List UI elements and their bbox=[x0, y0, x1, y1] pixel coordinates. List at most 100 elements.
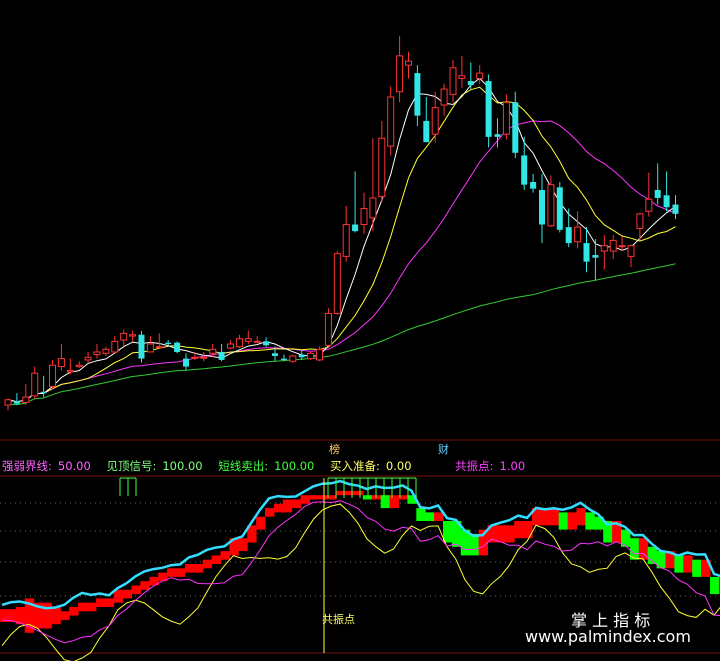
indicator-bar bbox=[416, 508, 426, 521]
indicator-bar bbox=[674, 555, 684, 573]
candle-body-down bbox=[512, 102, 519, 153]
candle-body-up bbox=[547, 184, 555, 227]
legend-label: 短线卖出: bbox=[218, 459, 269, 473]
candle-body-down bbox=[218, 351, 225, 360]
indicator-bar bbox=[434, 512, 444, 521]
candle-body-up bbox=[449, 67, 457, 95]
candle-body-up bbox=[49, 364, 56, 387]
candle-body-down bbox=[174, 342, 181, 352]
candle-body-up bbox=[289, 355, 297, 362]
candle-body-down bbox=[485, 81, 492, 137]
candle-body-up bbox=[111, 340, 119, 353]
indicator-bar bbox=[300, 495, 310, 504]
indicator-bar bbox=[692, 559, 702, 577]
indicator-bar bbox=[140, 581, 150, 590]
candle-body-down bbox=[138, 334, 145, 359]
candle-body-up bbox=[200, 356, 208, 359]
indicator-bar bbox=[327, 495, 337, 500]
candle-body-down bbox=[423, 120, 430, 143]
candle-body-up bbox=[191, 356, 199, 359]
candle-body-down bbox=[298, 354, 305, 358]
legend-item-short-sell: 短线卖出: 100.00 bbox=[218, 459, 320, 473]
indicator-bar bbox=[443, 521, 453, 543]
indicator-bar bbox=[567, 512, 577, 530]
candle-body-down bbox=[539, 189, 545, 225]
watermark-url: www.palmindex.com bbox=[525, 627, 691, 646]
candle-body-up bbox=[209, 348, 217, 354]
candle-body-up bbox=[146, 343, 154, 353]
candle-body-up bbox=[333, 253, 341, 314]
cai-marker: 财 bbox=[438, 443, 449, 456]
candle-body-up bbox=[369, 197, 377, 219]
candle-body-up bbox=[609, 239, 617, 252]
candle-body-up bbox=[102, 348, 110, 354]
indicator-bar bbox=[282, 499, 293, 513]
candle-body-up bbox=[574, 226, 582, 243]
indicator-bar bbox=[131, 585, 141, 595]
indicator-bar bbox=[256, 516, 266, 530]
indicator-bar bbox=[469, 533, 480, 556]
indicator-bar bbox=[380, 495, 391, 509]
indicator-bar bbox=[576, 508, 586, 526]
candle-body-up bbox=[235, 338, 243, 348]
indicator-bar bbox=[523, 521, 533, 539]
candle-body-up bbox=[342, 223, 350, 257]
indicator-bar bbox=[683, 555, 693, 573]
indicator-bar bbox=[51, 607, 61, 625]
indicator-bar bbox=[389, 495, 399, 509]
candle-body-up bbox=[378, 137, 386, 198]
legend-item-buy-ready: 买入准备: 0.00 bbox=[330, 459, 417, 473]
indicator-bar bbox=[710, 576, 720, 595]
resonance-point-label: 共振点 bbox=[322, 613, 355, 626]
candle-body-up bbox=[31, 372, 39, 397]
candle-body-down bbox=[263, 341, 270, 346]
indicator-bar bbox=[220, 551, 230, 560]
indicator-bar bbox=[514, 521, 524, 539]
candle-body-up bbox=[396, 55, 404, 93]
candle-body-up bbox=[627, 245, 635, 257]
indicator-bar bbox=[273, 503, 284, 513]
stock-chart bbox=[0, 35, 720, 661]
indicator-bar bbox=[184, 564, 195, 573]
legend-value: 50.00 bbox=[57, 459, 91, 473]
candle-body-up bbox=[129, 334, 137, 337]
legend-item-strength-line: 强弱界线: 50.00 bbox=[2, 459, 97, 473]
candle-body-down bbox=[272, 353, 278, 356]
candle-body-down bbox=[494, 134, 501, 137]
indicator-bar bbox=[238, 538, 248, 552]
candle-body-up bbox=[316, 348, 323, 361]
candle-body-up bbox=[120, 332, 128, 341]
candle-body-up bbox=[75, 364, 83, 368]
candle-body-up bbox=[307, 352, 315, 360]
candle-body-up bbox=[405, 60, 412, 66]
candle-body-up bbox=[502, 101, 510, 135]
candle-body-down bbox=[13, 401, 20, 404]
indicator-bar bbox=[87, 602, 97, 612]
candle-body-down bbox=[663, 195, 670, 208]
indicator-bar bbox=[505, 525, 515, 543]
candle-body-up bbox=[387, 96, 395, 147]
ma20-line bbox=[7, 120, 676, 403]
legend-label: 买入准备: bbox=[330, 459, 380, 473]
candle-body-down bbox=[672, 204, 679, 214]
candle-body-up bbox=[93, 351, 101, 356]
candle-body-up bbox=[155, 346, 163, 349]
indicator-bar bbox=[167, 568, 177, 577]
legend-label: 强弱界线: bbox=[2, 459, 52, 473]
indicator-bar bbox=[425, 512, 435, 521]
candle-body-down bbox=[352, 224, 359, 232]
indicator-legend: 强弱界线: 50.00 见顶信号: 100.00 短线卖出: 100.00 买入准备:… bbox=[2, 459, 537, 473]
candle-body-down bbox=[467, 81, 474, 86]
candle-body-down bbox=[280, 358, 287, 360]
indicator-bar bbox=[104, 598, 115, 607]
candle-body-down bbox=[414, 73, 421, 116]
legend-label: 见顶信号: bbox=[106, 459, 157, 473]
indicator-bar bbox=[558, 512, 569, 530]
candle-body-down bbox=[521, 155, 528, 185]
indicator-bar bbox=[69, 607, 79, 616]
legend-value: 0.00 bbox=[385, 459, 412, 473]
candle-body-up bbox=[458, 75, 466, 79]
indicator-bar bbox=[496, 525, 506, 543]
candle-body-up bbox=[440, 88, 448, 106]
legend-item-top-signal: 见顶信号: 100.00 bbox=[106, 459, 208, 473]
